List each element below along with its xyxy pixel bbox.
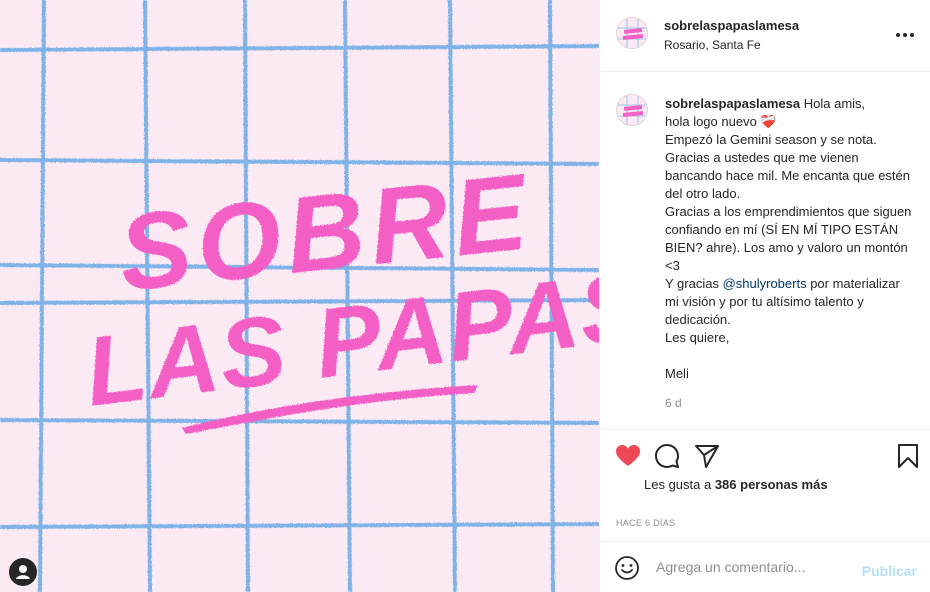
caption-text: sobrelaspapaslamesa Hola amis, hola logo… xyxy=(665,95,915,383)
caption-username[interactable]: sobrelaspapaslamesa xyxy=(665,96,800,111)
post-image-artwork: SOBRE LAS PAPAS xyxy=(0,0,599,592)
comment-input[interactable] xyxy=(656,556,856,578)
comment-button[interactable] xyxy=(653,442,681,470)
tagged-users-button[interactable] xyxy=(9,558,37,586)
bookmark-icon xyxy=(898,444,918,468)
likes-prefix: Les gusta a xyxy=(644,477,715,492)
paper-plane-icon xyxy=(695,445,719,468)
post-header: sobrelaspapaslamesa Rosario, Santa Fe xyxy=(600,0,930,72)
likes-summary: Les gusta a 386 personas más xyxy=(644,477,828,492)
avatar[interactable] xyxy=(616,17,648,49)
caption-time[interactable]: 6 d xyxy=(665,396,682,410)
more-options-button[interactable] xyxy=(894,26,916,44)
brand-logo-icon xyxy=(617,18,647,48)
post-timestamp[interactable]: HACE 6 DÍAS xyxy=(616,518,675,528)
header-location[interactable]: Rosario, Santa Fe xyxy=(664,38,761,52)
caption-body: Hola amis, hola logo nuevo ❤️‍🩹 Empezó l… xyxy=(665,96,912,291)
save-button[interactable] xyxy=(894,442,922,470)
comments-section: sobrelaspapaslamesa Hola amis, hola logo… xyxy=(600,72,930,430)
header-username[interactable]: sobrelaspapaslamesa xyxy=(664,18,799,33)
share-button[interactable] xyxy=(693,442,721,470)
smiley-icon xyxy=(615,556,639,580)
post-sidebar: sobrelaspapaslamesa Rosario, Santa Fe so… xyxy=(599,0,930,592)
emoji-button[interactable] xyxy=(614,555,640,581)
mention-link[interactable]: @shulyroberts xyxy=(723,276,807,291)
user-icon xyxy=(16,565,30,579)
comment-icon xyxy=(655,444,679,468)
heart-filled-icon xyxy=(616,445,640,466)
caption-body-end: por materializar mi visión y por tu altí… xyxy=(665,276,900,381)
likes-count-link[interactable]: 386 personas más xyxy=(715,477,828,492)
post-actions: Les gusta a 386 personas más HACE 6 DÍAS xyxy=(600,430,930,542)
brand-logo-icon xyxy=(617,95,647,125)
publish-button[interactable]: Publicar xyxy=(862,563,917,579)
comment-form: Publicar xyxy=(600,542,930,592)
like-button[interactable] xyxy=(614,442,642,470)
post-image[interactable]: SOBRE LAS PAPAS xyxy=(0,0,599,592)
more-horizontal-icon xyxy=(896,33,914,37)
caption-avatar[interactable] xyxy=(616,94,648,126)
